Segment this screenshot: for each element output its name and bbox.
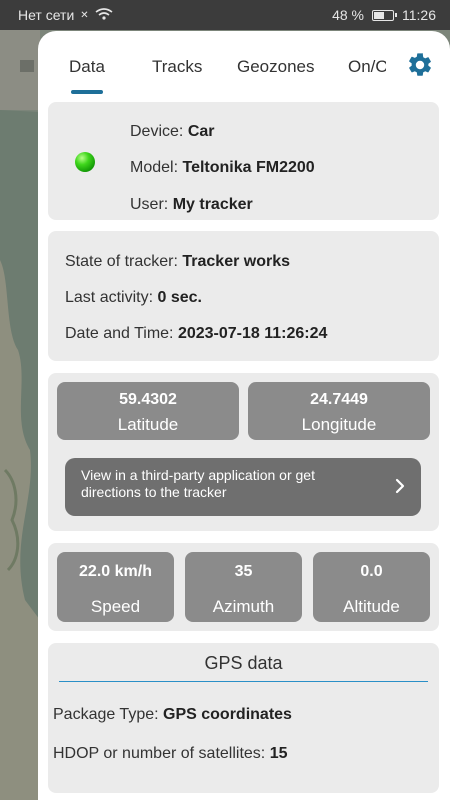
device-value: Car xyxy=(187,123,215,140)
latitude-value: 59.4302 xyxy=(119,391,177,408)
tab-tracks[interactable]: Tracks xyxy=(152,57,202,77)
latitude-tile: 59.4302 Latitude xyxy=(57,382,239,440)
hdop-row: HDOP or number of satellites: 15 xyxy=(53,745,287,763)
gear-icon[interactable] xyxy=(406,51,434,79)
state-row: State of tracker: Tracker works xyxy=(65,253,290,271)
gps-data-card: GPS data Package Type: GPS coordinates H… xyxy=(48,643,439,793)
gps-data-title: GPS data xyxy=(204,653,283,673)
longitude-value: 24.7449 xyxy=(310,391,368,408)
longitude-label: Longitude xyxy=(301,415,377,434)
model-value: Teltonika FM2200 xyxy=(182,159,315,176)
speed-tile: 22.0 km/h Speed xyxy=(57,552,174,622)
wifi-icon xyxy=(95,7,113,23)
altitude-tile: 0.0 Altitude xyxy=(313,552,430,622)
motion-card: 22.0 km/h Speed 35 Azimuth 0.0 Altitude xyxy=(48,543,439,631)
chevron-right-icon xyxy=(395,478,405,494)
user-label: User: xyxy=(130,196,169,213)
hdop-label: HDOP or number of satellites: xyxy=(53,745,266,762)
package-type-value: GPS coordinates xyxy=(163,706,292,723)
user-row: User: My tracker xyxy=(130,196,253,214)
azimuth-value: 35 xyxy=(234,563,253,580)
hdop-value: 15 xyxy=(269,745,288,762)
last-activity-row: Last activity: 0 sec. xyxy=(65,289,202,307)
azimuth-label: Azimuth xyxy=(212,597,275,616)
datetime-row: Date and Time: 2023-07-18 11:26:24 xyxy=(65,325,327,343)
model-label: Model: xyxy=(130,159,179,176)
latitude-label: Latitude xyxy=(117,415,179,434)
tab-bar: Data Tracks Geozones On/O xyxy=(38,31,450,97)
speed-label: Speed xyxy=(90,597,141,616)
altitude-value: 0.0 xyxy=(360,563,383,580)
longitude-tile: 24.7449 Longitude xyxy=(248,382,430,440)
package-type-label: Package Type: xyxy=(53,706,159,723)
speed-value: 22.0 km/h xyxy=(79,563,152,580)
gps-title-divider xyxy=(59,681,428,682)
view-directions-label: View in a third-party application or get… xyxy=(81,467,315,500)
model-row: Model: Teltonika FM2200 xyxy=(130,159,315,177)
user-value: My tracker xyxy=(172,196,253,213)
last-activity-label: Last activity: xyxy=(65,289,154,306)
azimuth-tile: 35 Azimuth xyxy=(185,552,302,622)
tracker-state-card: State of tracker: Tracker works Last act… xyxy=(48,231,439,361)
view-directions-button[interactable]: View in a third-party application or get… xyxy=(65,458,421,516)
battery-percent: 48 % xyxy=(332,7,364,23)
package-type-row: Package Type: GPS coordinates xyxy=(53,706,292,724)
clock: 11:26 xyxy=(402,7,436,23)
carrier-text: Нет сети xyxy=(18,7,75,23)
tab-on-off-clip: On/O xyxy=(348,51,386,81)
altitude-label: Altitude xyxy=(343,597,400,616)
state-value: Tracker works xyxy=(182,253,291,270)
active-tab-indicator xyxy=(71,90,103,94)
device-label: Device: xyxy=(130,123,184,140)
battery-level xyxy=(374,11,384,19)
battery-icon xyxy=(372,9,397,21)
green-status-dot-icon xyxy=(75,152,95,172)
tab-geozones[interactable]: Geozones xyxy=(237,57,315,77)
status-bar: Нет сети ✕ 48 % 11:26 xyxy=(0,0,450,30)
datetime-value: 2023-07-18 11:26:24 xyxy=(177,325,328,342)
tracker-info-panel: Data Tracks Geozones On/O Device: Car Mo… xyxy=(38,31,450,800)
last-activity-value: 0 sec. xyxy=(157,289,202,306)
state-label: State of tracker: xyxy=(65,253,178,270)
device-row: Device: Car xyxy=(130,123,215,141)
no-sim-icon: ✕ xyxy=(80,9,89,21)
device-card: Device: Car Model: Teltonika FM2200 User… xyxy=(48,102,439,220)
tab-on-off[interactable]: On/O xyxy=(348,57,386,77)
coordinates-card: 59.4302 Latitude 24.7449 Longitude View … xyxy=(48,373,439,531)
datetime-label: Date and Time: xyxy=(65,325,174,342)
tab-data[interactable]: Data xyxy=(69,57,105,77)
